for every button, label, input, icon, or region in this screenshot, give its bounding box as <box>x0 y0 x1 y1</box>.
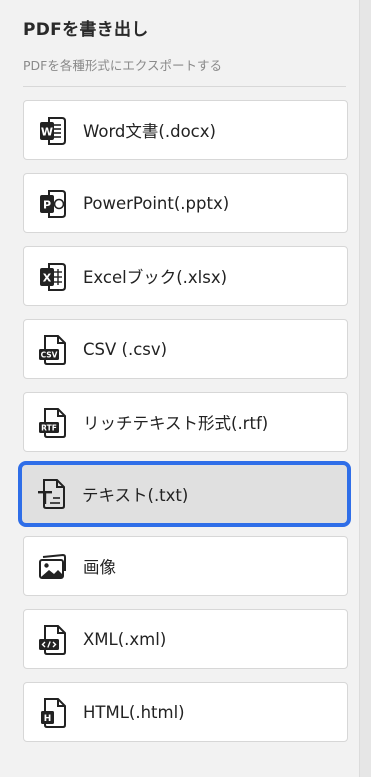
format-label: CSV (.csv) <box>83 339 168 359</box>
svg-text:CSV: CSV <box>41 351 58 360</box>
export-powerpoint-button[interactable]: P PowerPoint(.pptx) <box>23 173 348 233</box>
panel-title: PDFを書き出し <box>23 20 149 40</box>
export-csv-button[interactable]: CSV CSV (.csv) <box>23 319 348 379</box>
svg-text:X: X <box>43 272 52 285</box>
panel-subtitle: PDFを各種形式にエクスポートする <box>23 58 222 73</box>
image-icon <box>38 551 68 583</box>
svg-text:RTF: RTF <box>41 424 57 433</box>
export-html-button[interactable]: H HTML(.html) <box>23 682 348 742</box>
format-label: PowerPoint(.pptx) <box>83 193 230 213</box>
format-label: テキスト(.txt) <box>82 486 189 505</box>
powerpoint-icon: P <box>38 188 68 220</box>
svg-text:P: P <box>43 199 51 212</box>
panel-edge <box>359 0 371 777</box>
export-text-button[interactable]: テキスト(.txt) <box>18 461 351 527</box>
divider <box>23 86 346 87</box>
format-label: リッチテキスト形式(.rtf) <box>83 414 269 433</box>
format-label: XML(.xml) <box>83 629 167 649</box>
export-xml-button[interactable]: XML(.xml) <box>23 609 348 669</box>
export-image-button[interactable]: 画像 <box>23 536 348 596</box>
export-word-button[interactable]: W Word文書(.docx) <box>23 100 348 160</box>
xml-file-icon <box>38 624 68 656</box>
excel-icon: X <box>38 261 68 293</box>
html-file-icon: H <box>38 697 68 729</box>
svg-text:H: H <box>44 714 52 724</box>
rtf-file-icon: RTF <box>38 407 68 439</box>
format-label: 画像 <box>83 558 116 577</box>
format-label: Word文書(.docx) <box>83 122 216 141</box>
export-rtf-button[interactable]: RTF リッチテキスト形式(.rtf) <box>23 392 348 452</box>
csv-file-icon: CSV <box>38 334 68 366</box>
text-file-icon <box>37 478 67 510</box>
word-icon: W <box>38 115 68 147</box>
export-panel: PDFを書き出し PDFを各種形式にエクスポートする W Word文書(.doc… <box>0 0 359 777</box>
export-excel-button[interactable]: X Excelブック(.xlsx) <box>23 246 348 306</box>
format-label: Excelブック(.xlsx) <box>83 268 228 287</box>
svg-text:W: W <box>41 126 53 139</box>
format-label: HTML(.html) <box>83 702 185 722</box>
